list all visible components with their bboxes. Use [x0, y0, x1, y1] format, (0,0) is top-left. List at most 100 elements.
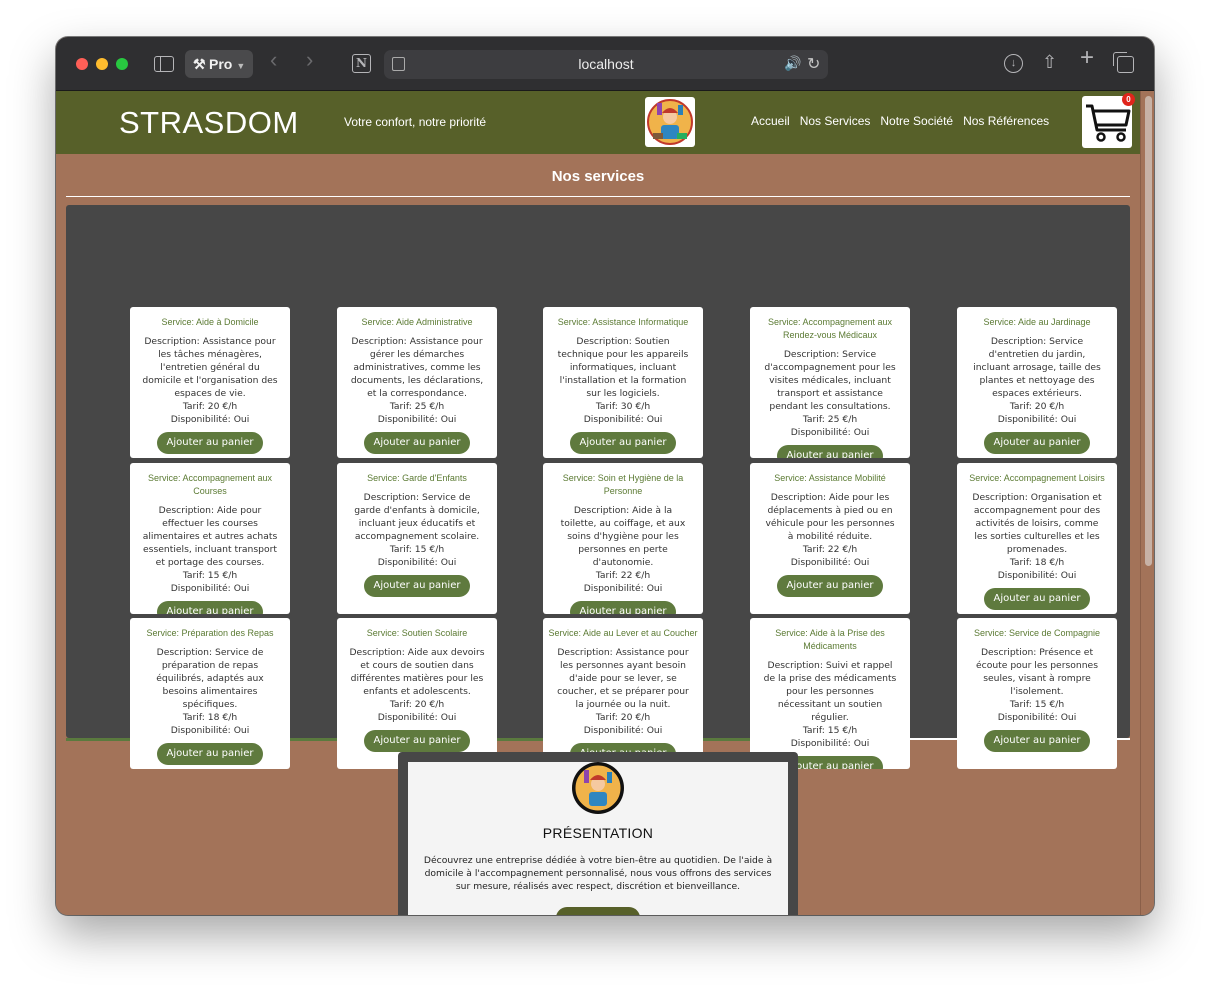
service-description: Description: Service d'entretien du jard…	[973, 336, 1101, 399]
service-title: Service: Soin et Hygiène de la Personne	[562, 473, 684, 496]
company-avatar	[572, 762, 624, 814]
cart-count-badge: 0	[1122, 93, 1135, 106]
add-to-cart-button[interactable]: Ajouter au panier	[363, 730, 471, 752]
download-icon[interactable]: ↓	[1004, 54, 1023, 73]
add-to-cart-button[interactable]: Ajouter au panier	[156, 743, 264, 765]
notion-icon[interactable]: N	[352, 54, 371, 73]
presentation-text: Découvrez une entreprise dédiée à votre …	[423, 855, 773, 892]
profile-button[interactable]: ⚒ Pro ▼	[185, 50, 253, 78]
nav-nos-services[interactable]: Nos Services	[800, 114, 871, 128]
brand-name[interactable]: STRASDOM	[119, 105, 299, 141]
hammer-icon: ⚒	[193, 56, 206, 72]
service-card: Service: Assistance Informatique Descript…	[543, 307, 703, 458]
minimize-window-button[interactable]	[96, 58, 108, 70]
add-to-cart-button[interactable]: Ajouter au panier	[569, 432, 677, 454]
service-title: Service: Accompagnement aux Rendez-vous …	[767, 317, 893, 340]
service-title: Service: Service de Compagnie	[973, 628, 1101, 638]
tagline: Votre confort, notre priorité	[344, 115, 487, 129]
add-to-cart-button[interactable]: Ajouter au panier	[156, 601, 264, 614]
service-availability: Disponibilité: Oui	[377, 414, 457, 425]
service-card: Service: Aide au Lever et au Coucher Desc…	[543, 618, 703, 769]
service-title: Service: Aide au Jardinage	[983, 317, 1091, 327]
divider	[66, 196, 1130, 197]
service-title: Service: Soutien Scolaire	[366, 628, 468, 638]
page-viewport: STRASDOM Votre confort, notre priorité A…	[56, 91, 1154, 915]
tab-overview-icon[interactable]	[1113, 52, 1134, 73]
service-price: Tarif: 22 €/h	[595, 570, 651, 581]
service-card: Service: Garde d'Enfants Description: Ser…	[337, 463, 497, 614]
service-card: Service: Aide à Domicile Description: Ass…	[130, 307, 290, 458]
nav-accueil[interactable]: Accueil	[751, 114, 790, 128]
site-header: STRASDOM Votre confort, notre priorité A…	[56, 91, 1140, 154]
add-to-cart-button[interactable]: Ajouter au panier	[983, 432, 1091, 454]
add-to-cart-button[interactable]: Ajouter au panier	[363, 575, 471, 597]
service-price: Tarif: 15 €/h	[1009, 699, 1065, 710]
sidebar-toggle-icon[interactable]	[154, 56, 174, 72]
new-tab-icon[interactable]: +	[1080, 46, 1094, 70]
service-description: Description: Service d'accompagnement po…	[764, 349, 896, 412]
service-description: Description: Organisation et accompagnem…	[972, 492, 1102, 555]
service-card: Service: Accompagnement Loisirs Descripti…	[957, 463, 1117, 614]
presentation-card: PRÉSENTATION Découvrez une entreprise dé…	[408, 762, 788, 915]
add-to-cart-button[interactable]: Ajouter au panier	[983, 588, 1091, 610]
service-card: Service: Accompagnement aux Courses Descr…	[130, 463, 290, 614]
service-availability: Disponibilité: Oui	[170, 414, 250, 425]
add-to-cart-button[interactable]: Ajouter au panier	[776, 445, 884, 458]
presentation-button[interactable]	[556, 907, 640, 915]
service-price: Tarif: 15 €/h	[802, 725, 858, 736]
service-title: Service: Préparation des Repas	[146, 628, 274, 638]
reload-icon[interactable]: ↻	[807, 54, 820, 74]
url-text: localhost	[578, 56, 634, 72]
add-to-cart-button[interactable]: Ajouter au panier	[156, 432, 264, 454]
service-price: Tarif: 20 €/h	[1009, 401, 1065, 412]
add-to-cart-button[interactable]: Ajouter au panier	[776, 575, 884, 597]
service-card: Service: Aide au Jardinage Description: S…	[957, 307, 1117, 458]
service-title: Service: Assistance Mobilité	[774, 473, 886, 483]
service-description: Description: Assistance pour les personn…	[557, 647, 689, 710]
service-price: Tarif: 20 €/h	[389, 699, 445, 710]
browser-toolbar: ⚒ Pro ▼ ‹ › N localhost 🔊 ↻ ↓ ⇧ +	[56, 37, 1154, 91]
service-availability: Disponibilité: Oui	[583, 414, 663, 425]
nav-notre-societe[interactable]: Notre Société	[880, 114, 953, 128]
logo-icon[interactable]	[645, 97, 695, 147]
add-to-cart-button[interactable]: Ajouter au panier	[569, 601, 677, 614]
service-price: Tarif: 18 €/h	[182, 712, 238, 723]
share-icon[interactable]: ⇧	[1042, 52, 1057, 72]
add-to-cart-button[interactable]: Ajouter au panier	[363, 432, 471, 454]
service-card: Service: Accompagnement aux Rendez-vous …	[750, 307, 910, 458]
service-availability: Disponibilité: Oui	[997, 414, 1077, 425]
speaker-icon[interactable]: 🔊	[784, 55, 801, 72]
service-availability: Disponibilité: Oui	[170, 583, 250, 594]
service-availability: Disponibilité: Oui	[790, 427, 870, 438]
service-description: Description: Assistance pour les tâches …	[142, 336, 278, 399]
service-card: Service: Assistance Mobilité Description:…	[750, 463, 910, 614]
service-description: Description: Aide pour les déplacements …	[765, 492, 895, 542]
service-title: Service: Aide à Domicile	[161, 317, 259, 327]
address-bar[interactable]: localhost 🔊 ↻	[384, 50, 828, 79]
service-title: Service: Aide à la Prise des Médicaments	[775, 628, 885, 651]
service-description: Description: Soutien technique pour les …	[557, 336, 689, 399]
page-scrollbar[interactable]	[1140, 91, 1154, 915]
zoom-window-button[interactable]	[116, 58, 128, 70]
service-card: Service: Soin et Hygiène de la Personne D…	[543, 463, 703, 614]
scrollbar-thumb[interactable]	[1145, 96, 1152, 566]
forward-arrow-icon[interactable]: ›	[306, 49, 313, 71]
service-price: Tarif: 25 €/h	[802, 414, 858, 425]
service-description: Description: Service de garde d'enfants …	[354, 492, 480, 542]
service-description: Description: Aide à la toilette, au coif…	[560, 505, 686, 568]
nav-nos-references[interactable]: Nos Références	[963, 114, 1049, 128]
add-to-cart-button[interactable]: Ajouter au panier	[983, 730, 1091, 752]
service-price: Tarif: 18 €/h	[1009, 557, 1065, 568]
service-price: Tarif: 22 €/h	[802, 544, 858, 555]
service-description: Description: Assistance pour gérer les d…	[350, 336, 484, 399]
close-window-button[interactable]	[76, 58, 88, 70]
service-availability: Disponibilité: Oui	[377, 557, 457, 568]
back-arrow-icon[interactable]: ‹	[270, 49, 277, 71]
service-availability: Disponibilité: Oui	[377, 712, 457, 723]
service-title: Service: Assistance Informatique	[557, 317, 689, 327]
service-price: Tarif: 25 €/h	[389, 401, 445, 412]
browser-window: ⚒ Pro ▼ ‹ › N localhost 🔊 ↻ ↓ ⇧ + STRASDOM…	[56, 37, 1154, 915]
service-price: Tarif: 20 €/h	[182, 401, 238, 412]
presentation-heading: PRÉSENTATION	[542, 825, 654, 841]
service-description: Description: Suivi et rappel de la prise…	[763, 660, 897, 723]
